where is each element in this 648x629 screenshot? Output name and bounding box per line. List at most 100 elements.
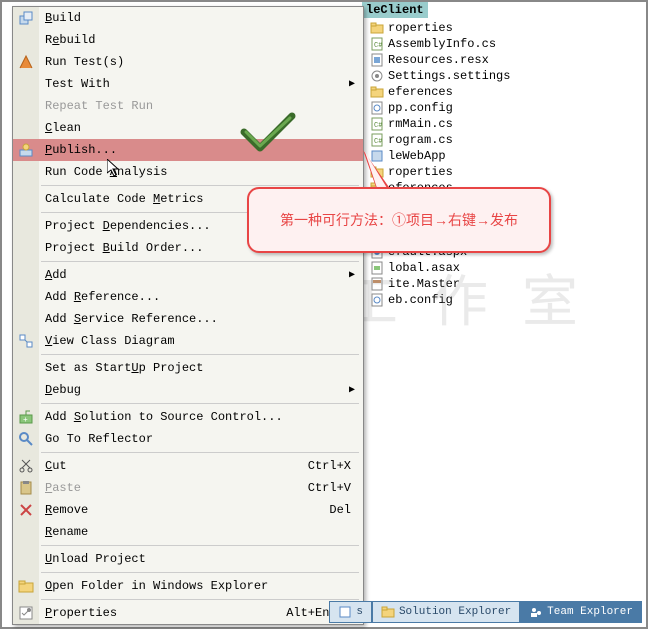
tree-item[interactable]: eb.config (370, 292, 646, 308)
publish-icon (18, 142, 34, 158)
tree-item[interactable]: roperties (370, 20, 646, 36)
tree-item-label: rogram.cs (388, 133, 453, 147)
menu-item-properties[interactable]: PropertiesAlt+Enter (13, 602, 363, 624)
tree-item[interactable]: lobal.asax (370, 260, 646, 276)
menu-item-publish[interactable]: Publish... (13, 139, 363, 161)
tree-item-label: lobal.asax (388, 261, 460, 275)
menu-item-label: Add Solution to Source Control... (45, 410, 283, 424)
menu-item-label: Project Dependencies... (45, 219, 211, 233)
tree-item[interactable]: Resources.resx (370, 52, 646, 68)
svg-text:C#: C# (374, 138, 382, 146)
menu-item-go-to-reflector[interactable]: Go To Reflector (13, 428, 363, 450)
menu-item-label: Open Folder in Windows Explorer (45, 579, 268, 593)
menu-item-debug[interactable]: Debug ▶ (13, 379, 363, 401)
menu-item-label: Go To Reflector (45, 432, 153, 446)
menu-item-rebuild[interactable]: Rebuild (13, 29, 363, 51)
tree-item[interactable]: roperties (370, 164, 646, 180)
tree-item[interactable]: C# rogram.cs (370, 132, 646, 148)
tree-item-label: pp.config (388, 101, 453, 115)
menu-item-label: Properties (45, 606, 117, 620)
menu-item-label: Set as StartUp Project (45, 361, 203, 375)
tree-item-label: leWebApp (388, 149, 446, 163)
folder-icon (370, 85, 384, 99)
svg-text:C#: C# (374, 122, 382, 130)
menu-item-add[interactable]: Add▶ (13, 264, 363, 286)
menu-item-label: Clean (45, 121, 81, 135)
prop-icon (18, 605, 34, 621)
tree-item[interactable]: leWebApp (370, 148, 646, 164)
menu-item-label: Publish... (45, 143, 117, 157)
menu-item-open-folder-in-windows-explorer[interactable]: Open Folder in Windows Explorer (13, 575, 363, 597)
tree-item-label: eferences (388, 85, 453, 99)
menu-item-label: Add Reference... (45, 290, 160, 304)
tree-item[interactable]: pp.config (370, 100, 646, 116)
tree-item[interactable]: C# rmMain.cs (370, 116, 646, 132)
menu-separator (41, 403, 359, 404)
menu-item-label: Debug (45, 383, 81, 397)
master-icon (370, 277, 384, 291)
menu-item-label: Project Build Order... (45, 241, 203, 255)
menu-item-label: Cut (45, 459, 67, 473)
menu-item-remove[interactable]: RemoveDel (13, 499, 363, 521)
se-icon (381, 605, 395, 619)
o-icon (338, 605, 352, 619)
asax-icon (370, 261, 384, 275)
menu-item-label: Remove (45, 503, 88, 517)
menu-item-clean[interactable]: Clean (13, 117, 363, 139)
tab-label: Solution Explorer (399, 606, 511, 618)
submenu-arrow-icon: ▶ (349, 78, 355, 90)
srcctrl-icon: + (18, 409, 34, 425)
tree-item[interactable]: Settings.settings (370, 68, 646, 84)
menu-item-rename[interactable]: Rename (13, 521, 363, 543)
menu-item-label: Add (45, 268, 67, 282)
menu-separator (41, 185, 359, 186)
tree-item[interactable]: ite.Master (370, 276, 646, 292)
svg-text:+: + (23, 416, 28, 425)
menu-separator (41, 354, 359, 355)
submenu-arrow-icon: ▶ (349, 384, 355, 396)
menu-item-add-service-reference[interactable]: Add Service Reference... (13, 308, 363, 330)
menu-item-set-as-startup-project[interactable]: Set as StartUp Project (13, 357, 363, 379)
cs-icon: C# (370, 117, 384, 131)
menu-separator (41, 452, 359, 453)
menu-shortcut: Ctrl+V (308, 481, 351, 495)
menu-item-test-with[interactable]: Test With▶ (13, 73, 363, 95)
menu-item-repeat-test-run: Repeat Test Run (13, 95, 363, 117)
menu-separator (41, 599, 359, 600)
test-icon (18, 54, 34, 70)
solution-explorer-panel: leClient ropertiesC#AssemblyInfo.csResou… (362, 2, 646, 599)
tree-item-label: rmMain.cs (388, 117, 453, 131)
menu-item-label: Rename (45, 525, 88, 539)
menu-item-run-test-s[interactable]: Run Test(s) (13, 51, 363, 73)
menu-item-unload-project[interactable]: Unload Project (13, 548, 363, 570)
menu-item-label: Run Code Analysis (45, 165, 167, 179)
menu-item-add-solution-to-source-control[interactable]: + Add Solution to Source Control... (13, 406, 363, 428)
panel-header: leClient (362, 2, 428, 18)
menu-item-view-class-diagram[interactable]: View Class Diagram (13, 330, 363, 352)
tab-team-explorer[interactable]: Team Explorer (520, 601, 642, 623)
resx-icon (370, 53, 384, 67)
tree-item-label: ite.Master (388, 277, 460, 291)
tab-solution-explorer[interactable]: Solution Explorer (372, 601, 520, 623)
config-icon (370, 293, 384, 307)
menu-item-add-reference[interactable]: Add Reference... (13, 286, 363, 308)
menu-separator (41, 261, 359, 262)
tab-label: s (356, 606, 363, 618)
cs-icon: C# (370, 37, 384, 51)
menu-item-run-code-analysis[interactable]: Run Code Analysis (13, 161, 363, 183)
menu-item-label: Unload Project (45, 552, 146, 566)
settings-icon (370, 69, 384, 83)
tree-item[interactable]: eferences (370, 84, 646, 100)
menu-item-label: Calculate Code Metrics (45, 192, 203, 206)
menu-item-cut[interactable]: Cut Ctrl+X (13, 455, 363, 477)
menu-item-label: Run Test(s) (45, 55, 124, 69)
tab-s[interactable]: s (329, 601, 372, 623)
file-tree: ropertiesC#AssemblyInfo.csResources.resx… (362, 18, 646, 308)
menu-item-build[interactable]: Build (13, 7, 363, 29)
menu-item-label: Add Service Reference... (45, 312, 218, 326)
menu-shortcut: Ctrl+X (308, 459, 351, 473)
tree-item[interactable]: C#AssemblyInfo.cs (370, 36, 646, 52)
tab-label: Team Explorer (547, 606, 633, 618)
reflector-icon (18, 431, 34, 447)
menu-item-paste: PasteCtrl+V (13, 477, 363, 499)
